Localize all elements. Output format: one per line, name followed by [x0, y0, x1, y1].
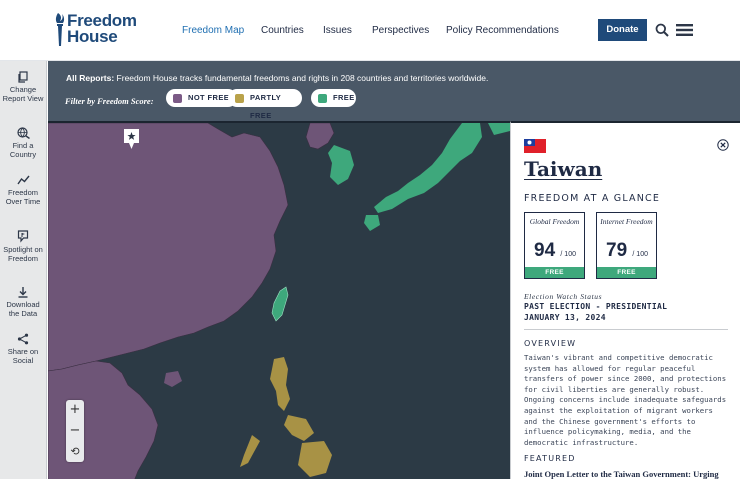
- region-philippines-luzon: [270, 357, 290, 411]
- featured-article-link[interactable]: Joint Open Letter to the Taiwan Governme…: [524, 469, 729, 479]
- status-badge: FREE: [597, 267, 656, 278]
- filter-bar: All Reports: Freedom House tracks fundam…: [48, 61, 740, 121]
- region-hainan: [164, 371, 182, 387]
- globe-search-icon: [16, 127, 30, 139]
- map-canvas[interactable]: [48, 123, 510, 479]
- pill-label: FREE: [333, 93, 355, 102]
- torch-icon: [55, 13, 65, 46]
- region-north-korea: [305, 123, 335, 150]
- overview-title: OVERVIEW: [524, 339, 577, 348]
- score-value: 94: [534, 240, 556, 261]
- region-japan-hokkaido: [488, 123, 510, 135]
- close-icon[interactable]: [717, 139, 729, 151]
- partly-free-swatch: [235, 93, 244, 103]
- glance-title: FREEDOM AT A GLANCE: [524, 193, 661, 204]
- filter-not-free[interactable]: NOT FREE: [166, 89, 237, 107]
- map-pin-icon[interactable]: [124, 129, 139, 149]
- internet-freedom-card[interactable]: Internet Freedom 79 / 100 FREE: [596, 212, 657, 279]
- not-free-swatch: [173, 93, 182, 103]
- all-reports-line: All Reports: Freedom House tracks fundam…: [66, 73, 488, 83]
- zoom-controls: + − ⟲: [66, 400, 84, 462]
- pill-label: NOT FREE: [188, 93, 230, 102]
- tool-label: Find a Country: [9, 141, 37, 159]
- donate-button[interactable]: Donate: [598, 19, 647, 41]
- featured-title: FEATURED: [524, 454, 576, 463]
- scorecard-title: Internet Freedom: [600, 217, 653, 226]
- speech-flag-icon: [17, 230, 29, 243]
- tool-download-the-data[interactable]: Download the Data: [0, 286, 46, 318]
- share-icon: [17, 333, 29, 345]
- filter-label: Filter by Freedom Score:: [65, 96, 154, 106]
- divider: [524, 329, 728, 330]
- zoom-in-button[interactable]: +: [66, 400, 84, 420]
- region-philippines-palawan: [240, 435, 260, 467]
- global-freedom-card[interactable]: Global Freedom 94 / 100 FREE: [524, 212, 585, 279]
- free-swatch: [318, 93, 327, 103]
- tool-find-a-country[interactable]: Find a Country: [0, 127, 46, 159]
- tool-share-on-social[interactable]: Share on Social: [0, 333, 46, 365]
- scorecard-score: 79 / 100: [606, 240, 648, 262]
- freedom-map[interactable]: [48, 121, 510, 479]
- pill-label: PARTLY FREE: [250, 93, 282, 120]
- tool-change-report-view[interactable]: Change Report View: [0, 71, 46, 103]
- scorecard-title: Global Freedom: [529, 217, 580, 226]
- country-name[interactable]: Taiwan: [524, 157, 602, 181]
- score-value: 79: [606, 240, 628, 261]
- nav-countries[interactable]: Countries: [261, 25, 304, 36]
- all-reports-text: Freedom House tracks fundamental freedom…: [116, 73, 489, 83]
- region-taiwan: [271, 286, 289, 322]
- hamburger-menu-icon[interactable]: [676, 24, 693, 36]
- region-china: [48, 123, 289, 372]
- filter-partly-free[interactable]: PARTLY FREE: [228, 89, 302, 120]
- region-indochina: [48, 360, 159, 479]
- nav-freedom-map[interactable]: Freedom Map: [182, 25, 244, 36]
- tool-label: Freedom Over Time: [5, 188, 41, 206]
- tool-label: Share on Social: [7, 347, 39, 365]
- nav-issues[interactable]: Issues: [323, 25, 352, 36]
- taiwan-flag-icon: [524, 139, 546, 153]
- nav-perspectives[interactable]: Perspectives: [372, 25, 429, 36]
- region-philippines-mindanao: [298, 441, 332, 477]
- country-panel: Taiwan FREEDOM AT A GLANCE Global Freedo…: [510, 121, 740, 479]
- logo-line-2: House: [67, 27, 118, 46]
- site-header: Freedom House Freedom Map Countries Issu…: [0, 0, 740, 61]
- election-date: JANUARY 13, 2024: [524, 313, 606, 322]
- score-max: / 100: [560, 251, 576, 258]
- tool-label: Change Report View: [2, 85, 44, 103]
- reset-view-button[interactable]: ⟲: [66, 442, 84, 462]
- freedom-house-logo[interactable]: Freedom House: [54, 11, 144, 49]
- tool-freedom-over-time[interactable]: Freedom Over Time: [0, 174, 46, 206]
- nav-policy-recommendations[interactable]: Policy Recommendations: [446, 25, 559, 36]
- tool-spotlight-on-freedom[interactable]: Spotlight on Freedom: [0, 230, 46, 263]
- download-icon: [18, 287, 28, 298]
- zoom-out-button[interactable]: −: [66, 421, 84, 441]
- tool-label: Spotlight on Freedom: [3, 245, 43, 263]
- overview-text: Taiwan's vibrant and competitive democra…: [524, 353, 727, 447]
- election-type: PAST ELECTION - PRESIDENTIAL: [524, 302, 668, 311]
- copy-icon: [18, 71, 28, 83]
- trend-line-icon: [16, 175, 30, 185]
- search-icon[interactable]: [655, 23, 669, 37]
- region-japan: [374, 123, 482, 213]
- all-reports-label: All Reports:: [66, 73, 115, 83]
- score-max: / 100: [632, 251, 648, 258]
- scorecard-score: 94 / 100: [534, 240, 576, 262]
- region-south-korea: [328, 145, 354, 185]
- status-badge: FREE: [525, 267, 584, 278]
- region-japan-kyushu: [364, 215, 380, 231]
- logo-wordmark: Freedom House: [67, 12, 137, 46]
- region-philippines-visayas: [284, 415, 314, 441]
- map-toolbar: Change Report View Find a Country Freedo…: [0, 61, 47, 479]
- filter-free[interactable]: FREE: [311, 89, 356, 107]
- tool-label: Download the Data: [6, 300, 40, 318]
- election-watch-label: Election Watch Status: [524, 292, 603, 301]
